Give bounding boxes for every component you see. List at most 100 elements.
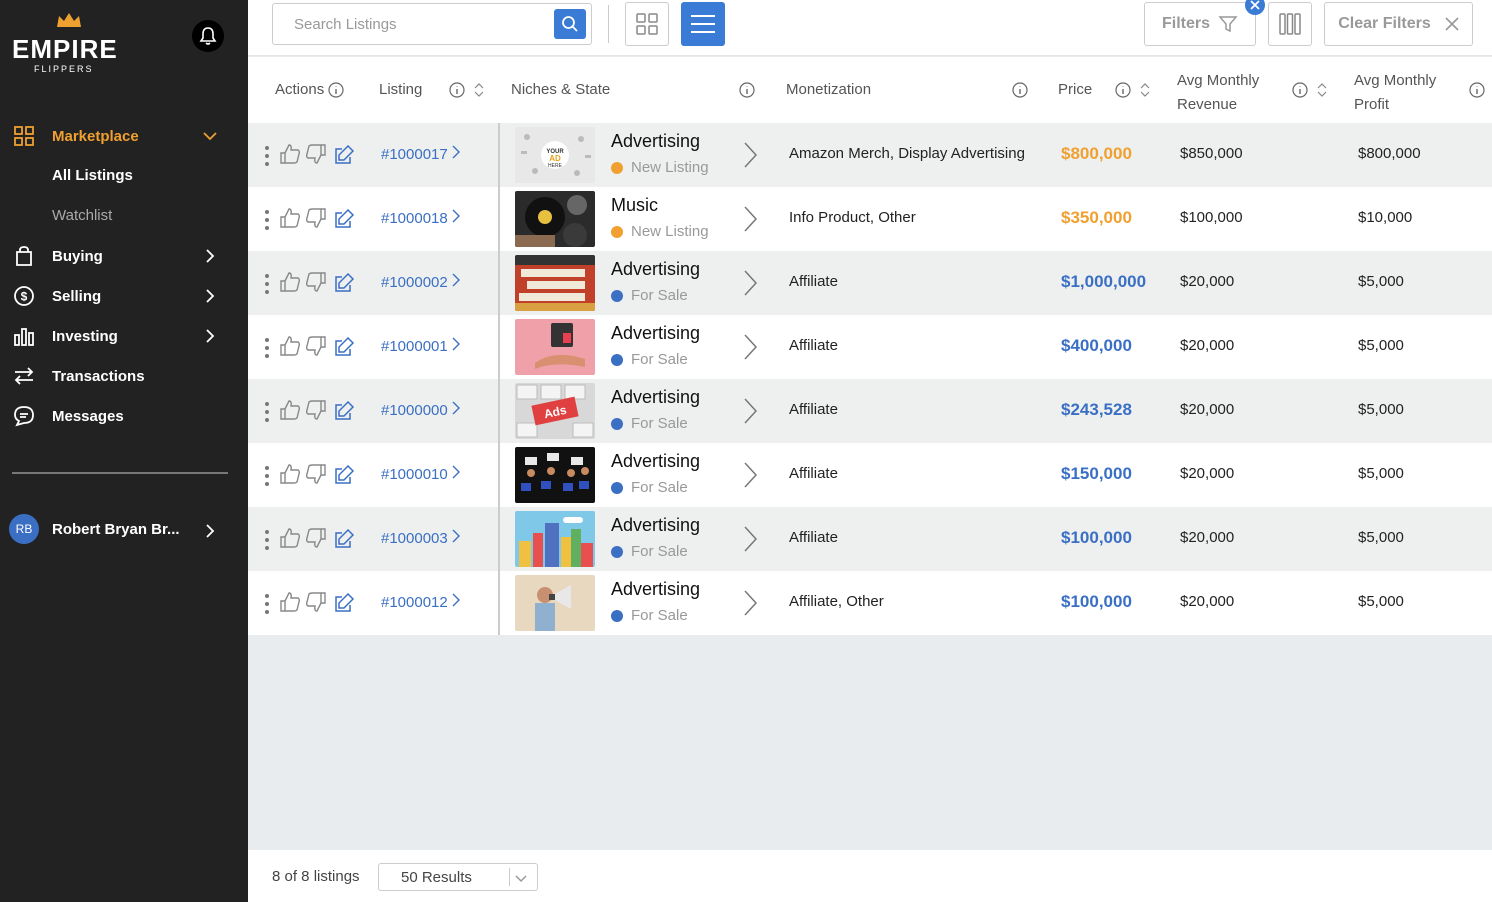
table-row[interactable]: #1000017 YOUR AD HERE Advertising New Listing… bbox=[248, 123, 1492, 187]
thumbs-down-icon[interactable] bbox=[305, 143, 327, 169]
empire-flippers-logo[interactable]: EMPIRE FLIPPERS bbox=[12, 12, 130, 74]
table-row[interactable]: #1000003 Advertising For Sale Affiliate $100… bbox=[248, 507, 1492, 571]
sort-icon[interactable] bbox=[1140, 83, 1150, 97]
edit-icon[interactable] bbox=[334, 335, 356, 361]
chevron-right-icon[interactable] bbox=[742, 461, 758, 489]
info-icon[interactable] bbox=[449, 82, 465, 98]
thumbs-up-icon[interactable] bbox=[279, 271, 301, 297]
sidebar-item-buying[interactable]: Buying bbox=[0, 236, 248, 276]
thumbs-down-icon[interactable] bbox=[305, 271, 327, 297]
kebab-menu-icon[interactable] bbox=[264, 336, 270, 360]
thumbs-down-icon[interactable] bbox=[305, 207, 327, 233]
listing-id-link[interactable]: #1000017 bbox=[381, 145, 460, 163]
table-row[interactable]: #1000010 Advertising For Sale Affiliate $150… bbox=[248, 443, 1492, 507]
thumbs-up-icon[interactable] bbox=[279, 527, 301, 553]
thumbs-up-icon[interactable] bbox=[279, 463, 301, 489]
kebab-menu-icon[interactable] bbox=[264, 144, 270, 168]
avg-monthly-revenue: $850,000 bbox=[1180, 145, 1243, 162]
sidebar-item-messages[interactable]: Messages bbox=[0, 396, 248, 436]
listing-thumbnail[interactable] bbox=[515, 511, 595, 567]
listing-thumbnail[interactable] bbox=[515, 447, 595, 503]
listing-id-link[interactable]: #1000000 bbox=[381, 401, 460, 419]
edit-icon[interactable] bbox=[334, 143, 356, 169]
listing-thumbnail[interactable]: Ads bbox=[515, 383, 595, 439]
edit-icon[interactable] bbox=[334, 399, 356, 425]
clear-filter-badge-close-icon[interactable] bbox=[1245, 0, 1265, 15]
sort-icon[interactable] bbox=[1317, 83, 1327, 97]
edit-icon[interactable] bbox=[334, 527, 356, 553]
search-input[interactable] bbox=[273, 4, 553, 44]
column-header-revenue[interactable]: Avg Monthly Revenue bbox=[1177, 69, 1259, 117]
avatar: RB bbox=[9, 514, 39, 544]
info-icon[interactable] bbox=[739, 82, 755, 98]
table-row[interactable]: #1000002 Advertising For Sale Affiliate $1,0… bbox=[248, 251, 1492, 315]
chevron-right-icon[interactable] bbox=[742, 269, 758, 297]
table-row[interactable]: #1000000 Ads Advertising For Sale Affiliate $… bbox=[248, 379, 1492, 443]
listing-thumbnail[interactable] bbox=[515, 191, 595, 247]
chevron-right-icon[interactable] bbox=[742, 141, 758, 169]
listing-thumbnail[interactable]: YOUR AD HERE bbox=[515, 127, 595, 183]
info-icon[interactable] bbox=[328, 81, 344, 98]
sidebar-subitem-watchlist[interactable]: Watchlist bbox=[52, 207, 112, 224]
thumbs-up-icon[interactable] bbox=[279, 399, 301, 425]
user-menu[interactable]: RB Robert Bryan Br... bbox=[0, 512, 248, 548]
chevron-right-icon[interactable] bbox=[742, 205, 758, 233]
listing-thumbnail[interactable] bbox=[515, 255, 595, 311]
sort-icon[interactable] bbox=[474, 83, 484, 97]
table-row[interactable]: #1000001 Advertising For Sale Affiliate $400… bbox=[248, 315, 1492, 379]
listing-id-link[interactable]: #1000002 bbox=[381, 273, 460, 291]
kebab-menu-icon[interactable] bbox=[264, 528, 270, 552]
clear-filters-button[interactable]: Clear Filters bbox=[1324, 2, 1473, 46]
column-header-profit[interactable]: Avg Monthly Profit bbox=[1354, 69, 1436, 117]
thumbs-up-icon[interactable] bbox=[279, 591, 301, 617]
thumbs-down-icon[interactable] bbox=[305, 399, 327, 425]
edit-icon[interactable] bbox=[334, 463, 356, 489]
kebab-menu-icon[interactable] bbox=[264, 208, 270, 232]
chevron-right-icon[interactable] bbox=[742, 397, 758, 425]
column-header-price[interactable]: Price bbox=[1058, 81, 1092, 98]
sidebar-item-investing[interactable]: Investing bbox=[0, 316, 248, 356]
search-button[interactable] bbox=[554, 9, 586, 39]
sidebar-item-selling[interactable]: $ Selling bbox=[0, 276, 248, 316]
sidebar-item-transactions[interactable]: Transactions bbox=[0, 356, 248, 396]
list-view-button[interactable] bbox=[681, 2, 725, 46]
column-header-listing[interactable]: Listing bbox=[379, 81, 422, 98]
thumbs-up-icon[interactable] bbox=[279, 335, 301, 361]
thumbs-down-icon[interactable] bbox=[305, 527, 327, 553]
edit-icon[interactable] bbox=[334, 207, 356, 233]
info-icon[interactable] bbox=[1292, 82, 1308, 98]
info-icon[interactable] bbox=[1012, 82, 1028, 98]
table-row[interactable]: #1000012 Advertising For Sale Affiliate, Ot… bbox=[248, 571, 1492, 635]
kebab-menu-icon[interactable] bbox=[264, 592, 270, 616]
filters-button[interactable]: Filters bbox=[1144, 2, 1256, 46]
thumbs-up-icon[interactable] bbox=[279, 143, 301, 169]
kebab-menu-icon[interactable] bbox=[264, 464, 270, 488]
chevron-right-icon[interactable] bbox=[742, 525, 758, 553]
sidebar-subitem-all-listings[interactable]: All Listings bbox=[52, 167, 133, 184]
listing-id-link[interactable]: #1000012 bbox=[381, 593, 460, 611]
thumbs-down-icon[interactable] bbox=[305, 335, 327, 361]
columns-button[interactable] bbox=[1268, 2, 1312, 46]
listing-id-link[interactable]: #1000003 bbox=[381, 529, 460, 547]
listing-thumbnail[interactable] bbox=[515, 319, 595, 375]
table-row[interactable]: #1000018 Music New Listing Info Product, Ot… bbox=[248, 187, 1492, 251]
info-icon[interactable] bbox=[1115, 82, 1131, 98]
kebab-menu-icon[interactable] bbox=[264, 400, 270, 424]
thumbs-up-icon[interactable] bbox=[279, 207, 301, 233]
grid-view-button[interactable] bbox=[625, 2, 669, 46]
results-per-page-select[interactable]: 50 Results bbox=[378, 863, 538, 891]
listing-id-link[interactable]: #1000001 bbox=[381, 337, 460, 355]
chevron-right-icon[interactable] bbox=[742, 333, 758, 361]
edit-icon[interactable] bbox=[334, 591, 356, 617]
sidebar-item-marketplace[interactable]: Marketplace bbox=[0, 116, 248, 156]
kebab-menu-icon[interactable] bbox=[264, 272, 270, 296]
edit-icon[interactable] bbox=[334, 271, 356, 297]
listing-id-link[interactable]: #1000010 bbox=[381, 465, 460, 483]
chevron-right-icon[interactable] bbox=[742, 589, 758, 617]
info-icon[interactable] bbox=[1469, 82, 1485, 98]
listing-thumbnail[interactable] bbox=[515, 575, 595, 631]
thumbs-down-icon[interactable] bbox=[305, 463, 327, 489]
notifications-bell-icon[interactable] bbox=[192, 20, 224, 52]
thumbs-down-icon[interactable] bbox=[305, 591, 327, 617]
listing-id-link[interactable]: #1000018 bbox=[381, 209, 460, 227]
